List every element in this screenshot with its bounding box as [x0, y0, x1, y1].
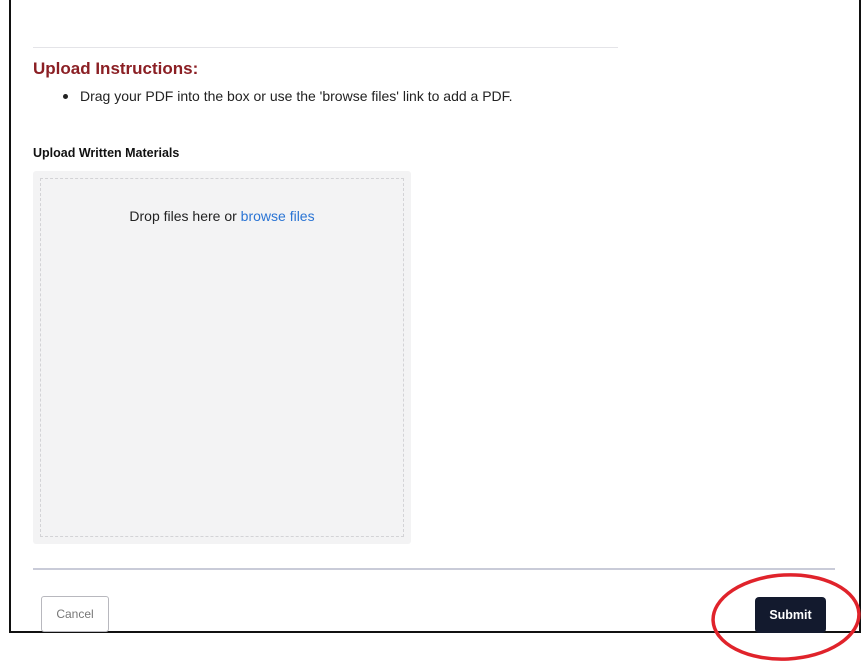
upload-field-label: Upload Written Materials: [33, 146, 180, 160]
instruction-text: Drag your PDF into the box or use the 'b…: [80, 88, 513, 104]
cancel-button[interactable]: Cancel: [41, 596, 109, 632]
browse-files-link[interactable]: browse files: [241, 208, 315, 224]
top-divider: [33, 47, 618, 48]
footer-divider: [33, 568, 835, 570]
instructions-heading: Upload Instructions:: [33, 59, 199, 78]
bullet-icon: [63, 93, 68, 99]
submit-button[interactable]: Submit: [755, 597, 826, 633]
drop-files-text: Drop files here or: [129, 208, 241, 224]
dropzone-dashed-border: Drop files here or browse files: [40, 178, 404, 537]
dropzone-instructions: Drop files here or browse files: [41, 208, 403, 224]
list-item: Drag your PDF into the box or use the 'b…: [33, 88, 513, 104]
instructions-list: Drag your PDF into the box or use the 'b…: [33, 88, 513, 104]
file-dropzone[interactable]: Drop files here or browse files: [33, 171, 411, 544]
